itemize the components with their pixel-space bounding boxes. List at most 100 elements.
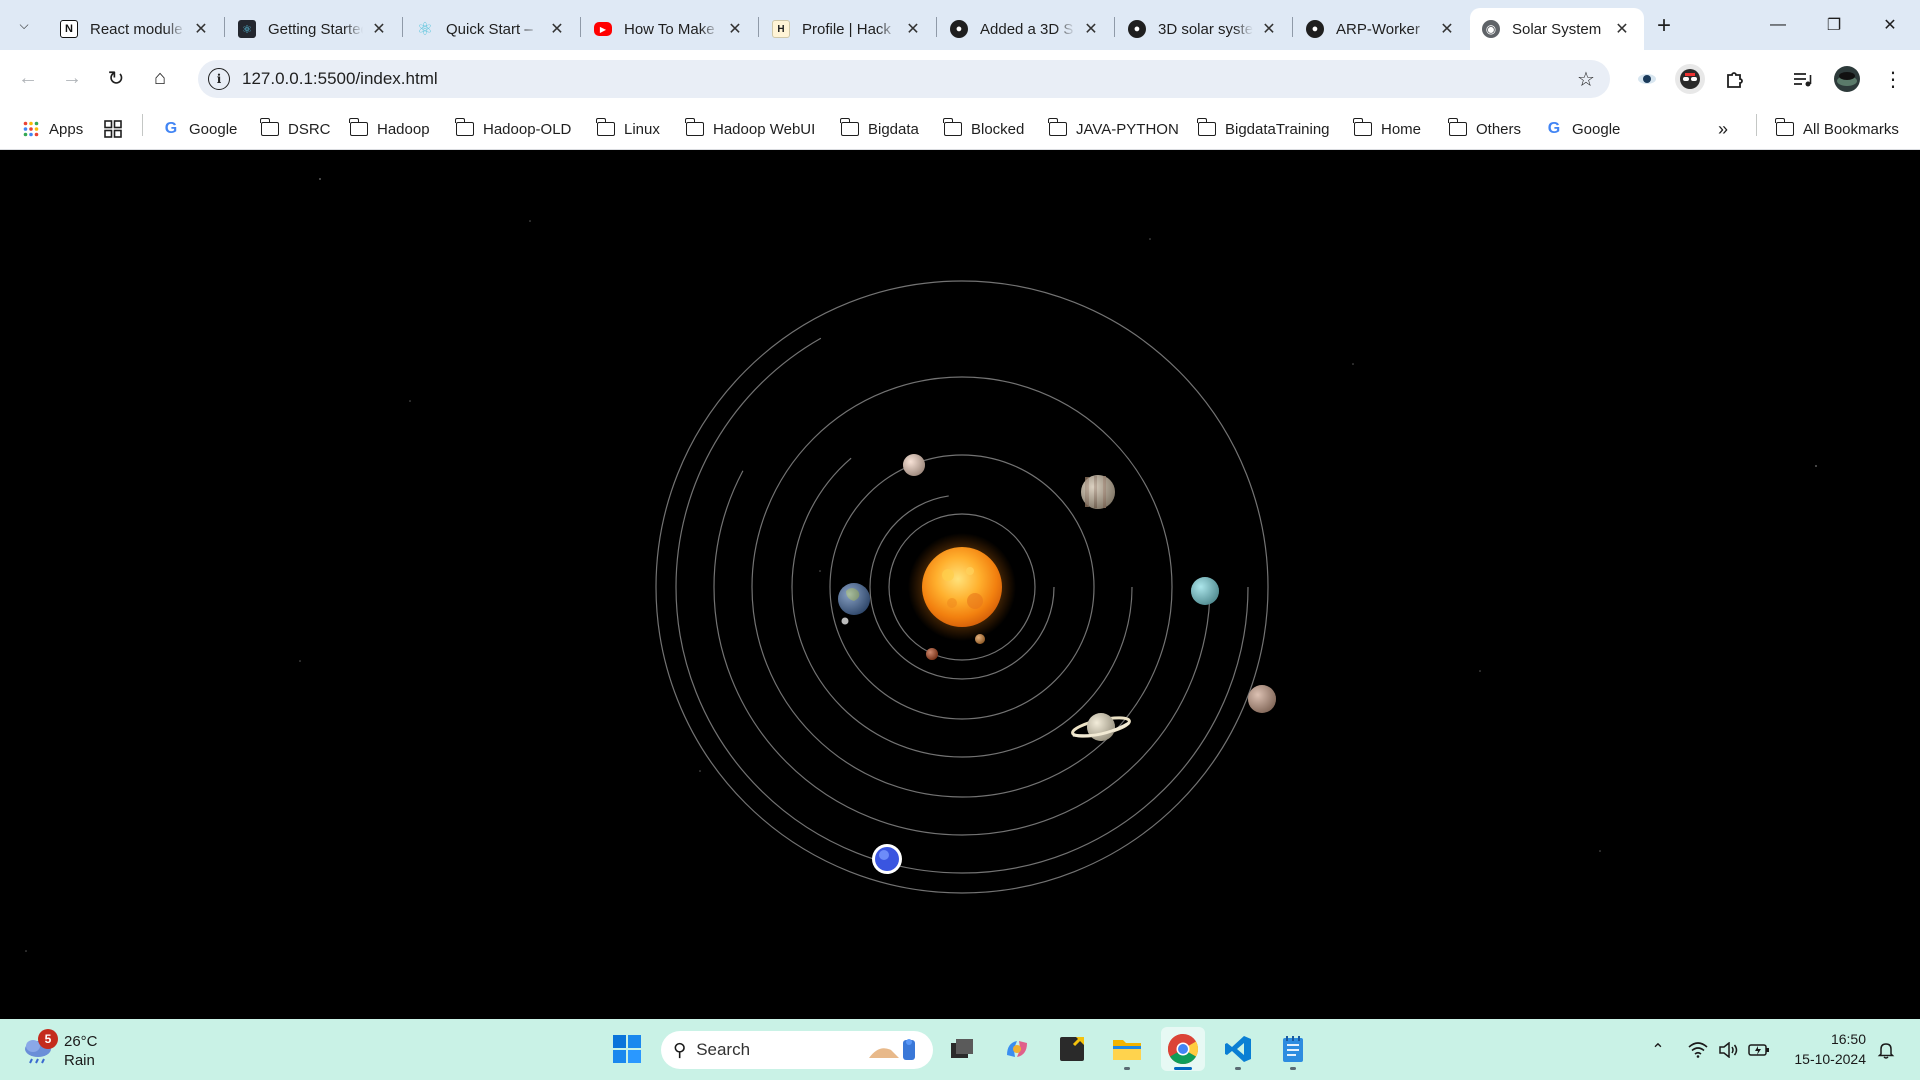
restore-button[interactable]: ❐ (1811, 8, 1857, 42)
taskbar-search-box[interactable]: ⚲ Search (661, 1031, 933, 1069)
tray-overflow-button[interactable]: ⌃ (1648, 1037, 1668, 1063)
copilot-icon (1007, 1041, 1027, 1057)
planet-uranus[interactable] (1191, 577, 1219, 605)
close-icon[interactable]: ✕ (547, 19, 567, 39)
google-icon: G (164, 120, 178, 137)
tab-how-to-make[interactable]: ▶ How To Make ✕ (582, 8, 757, 50)
tab-profile-hack[interactable]: H Profile | Hack ✕ (760, 8, 935, 50)
new-tab-button[interactable]: + (1650, 12, 1678, 40)
tab-added-3d[interactable]: ● Added a 3D S ✕ (938, 8, 1113, 50)
folder-icon (840, 118, 859, 137)
bookmark-label: Bigdata (868, 120, 919, 138)
reload-button[interactable]: ↻ (100, 62, 132, 94)
battery-icon[interactable] (1746, 1037, 1772, 1063)
close-window-button[interactable]: ✕ (1867, 8, 1913, 42)
site-info-icon[interactable]: i (208, 68, 230, 90)
chrome-icon (1167, 1034, 1199, 1065)
extensions-puzzle-icon[interactable] (1720, 64, 1750, 94)
bookmark-folder-bigdatatraining[interactable]: BigdataTraining (1197, 116, 1330, 142)
bookmark-folder-java-python[interactable]: JAVA-PYTHON (1048, 116, 1179, 142)
planet-pluto[interactable] (1248, 685, 1276, 713)
planet-mercury[interactable] (975, 634, 985, 644)
folder-icon (1775, 118, 1794, 137)
close-icon[interactable]: ✕ (369, 19, 389, 39)
planet-venus[interactable] (903, 454, 925, 476)
all-bookmarks-button[interactable]: All Bookmarks (1775, 116, 1899, 142)
menu-kebab-icon[interactable]: ⋮ (1878, 64, 1908, 94)
bookmark-label: DSRC (288, 120, 331, 138)
media-controls-icon[interactable] (1787, 64, 1817, 94)
bookmarks-overflow-button[interactable]: » (1718, 116, 1728, 142)
clock-time[interactable]: 16:50 (1831, 1031, 1866, 1047)
close-icon[interactable]: ✕ (191, 19, 211, 39)
home-button[interactable]: ⌂ (144, 62, 176, 94)
back-button[interactable]: ← (12, 62, 44, 94)
bookmark-folder-home[interactable]: Home (1353, 116, 1421, 142)
bookmark-folder-bigdata[interactable]: Bigdata (840, 116, 919, 142)
clock-date[interactable]: 15-10-2024 (1794, 1051, 1866, 1067)
bookmark-google[interactable]: G Google (162, 116, 238, 142)
bookmark-folder-linux[interactable]: Linux (596, 116, 660, 142)
start-button[interactable] (605, 1027, 649, 1071)
chrome-button[interactable] (1161, 1027, 1205, 1071)
url-text[interactable]: 127.0.0.1:5500/index.html (242, 69, 438, 89)
folder-icon (1353, 118, 1372, 137)
tab-getting-started[interactable]: ⚛ Getting Started ✕ (226, 8, 401, 50)
chevron-down-icon: ⌵ (19, 17, 29, 32)
bookmark-google-2[interactable]: G Google (1545, 116, 1621, 142)
forward-button[interactable]: → (56, 62, 88, 94)
search-icon: ⚲ (673, 1039, 687, 1060)
bookmark-star-icon[interactable]: ☆ (1572, 65, 1600, 93)
tab-3d-solar-system[interactable]: ● 3D solar syste ✕ (1116, 8, 1291, 50)
close-icon[interactable]: ✕ (903, 19, 923, 39)
tab-quick-start[interactable]: ⚛ Quick Start – ✕ (404, 8, 579, 50)
task-view-icon (951, 1039, 973, 1058)
file-explorer-button[interactable] (1105, 1027, 1149, 1071)
tab-arp-worker[interactable]: ● ARP-Worker ✕ (1294, 8, 1469, 50)
notifications-bell-icon[interactable] (1874, 1037, 1898, 1063)
bookmark-folder-hadoop-old[interactable]: Hadoop-OLD (455, 116, 571, 142)
planet-neptune[interactable] (872, 844, 902, 874)
planet-earth[interactable] (838, 583, 870, 625)
sticky-notes-button[interactable] (1050, 1027, 1094, 1071)
bookmark-folder-hadoop[interactable]: Hadoop (349, 116, 430, 142)
wifi-icon[interactable] (1686, 1037, 1710, 1063)
bookmark-folder-hadoop-webui[interactable]: Hadoop WebUI (685, 116, 815, 142)
folder-icon (596, 118, 615, 137)
bookmark-folder-dsrc[interactable]: DSRC (260, 116, 331, 142)
search-label: Search (696, 1040, 751, 1059)
close-icon[interactable]: ✕ (1437, 19, 1457, 39)
bookmark-folder-others[interactable]: Others (1448, 116, 1521, 142)
tab-separator (580, 17, 581, 37)
task-view-button[interactable] (940, 1027, 984, 1071)
planet-mars[interactable] (926, 648, 938, 660)
profile-avatar[interactable] (1832, 64, 1862, 94)
planet-saturn[interactable] (1071, 713, 1131, 741)
bookmark-folder-blocked[interactable]: Blocked (943, 116, 1024, 142)
bookmark-apps[interactable]: Apps (22, 116, 83, 142)
tab-groups-button[interactable] (104, 116, 131, 142)
volume-icon[interactable] (1716, 1037, 1740, 1063)
tab-title: Getting Started (268, 20, 363, 38)
close-icon[interactable]: ✕ (1612, 19, 1632, 39)
bookmarks-separator (142, 114, 143, 136)
tab-react-module[interactable]: N React module ✕ (48, 8, 223, 50)
tab-title: Solar System (1512, 20, 1602, 38)
close-icon[interactable]: ✕ (1259, 19, 1279, 39)
tab-search-button[interactable]: ⌵ (10, 13, 38, 37)
close-icon[interactable]: ✕ (725, 19, 745, 39)
vscode-button[interactable] (1216, 1027, 1260, 1071)
tab-separator (1114, 17, 1115, 37)
minimize-button[interactable]: — (1755, 8, 1801, 42)
close-icon: ✕ (1883, 17, 1897, 34)
extension-incognito-icon[interactable] (1675, 64, 1705, 94)
extension-eye-icon[interactable] (1632, 64, 1662, 94)
weather-widget[interactable]: 5 26°C Rain (20, 1029, 140, 1071)
tab-title: ARP-Worker (1336, 20, 1420, 38)
planet-jupiter[interactable] (1081, 475, 1115, 509)
notepad-button[interactable] (1271, 1027, 1315, 1071)
address-bar[interactable]: i 127.0.0.1:5500/index.html ☆ (198, 60, 1610, 98)
tab-solar-system[interactable]: ◉ Solar System ✕ (1470, 8, 1644, 50)
close-icon[interactable]: ✕ (1081, 19, 1101, 39)
copilot-button[interactable] (995, 1027, 1039, 1071)
